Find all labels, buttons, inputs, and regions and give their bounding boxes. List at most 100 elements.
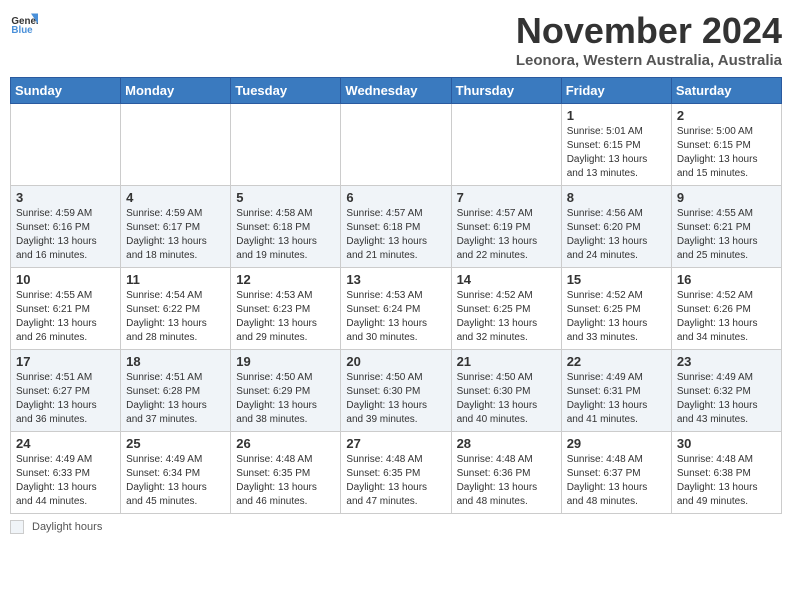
day-number: 11 <box>126 272 225 287</box>
day-info: Sunrise: 4:48 AM Sunset: 6:35 PM Dayligh… <box>236 453 335 509</box>
legend: Daylight hours <box>10 520 782 534</box>
week-row-5: 24 Sunrise: 4:49 AM Sunset: 6:33 PM Dayli… <box>11 432 782 514</box>
calendar-header: SundayMondayTuesdayWednesdayThursdayFrid… <box>11 78 782 104</box>
calendar-cell: 29Sunrise: 4:48 AM Sunset: 6:37 PM Dayli… <box>561 432 671 514</box>
day-info: Sunrise: 4:57 AM Sunset: 6:19 PM Dayligh… <box>457 207 556 263</box>
day-number: 20 <box>346 354 445 369</box>
day-number: 6 <box>346 190 445 205</box>
day-number: 3 <box>16 190 115 205</box>
calendar-cell: 6 Sunrise: 4:57 AM Sunset: 6:18 PM Daylig… <box>341 186 451 268</box>
calendar-cell: 24 Sunrise: 4:49 AM Sunset: 6:33 PM Dayli… <box>11 432 121 514</box>
calendar-cell: 21 Sunrise: 4:50 AM Sunset: 6:30 PM Dayli… <box>451 350 561 432</box>
day-info: Sunrise: 4:51 AM Sunset: 6:27 PM Dayligh… <box>16 371 115 427</box>
day-number: 14 <box>457 272 556 287</box>
day-info: Sunrise: 4:49 AM Sunset: 6:31 PM Dayligh… <box>567 371 666 427</box>
day-info: Sunrise: 4:58 AM Sunset: 6:18 PM Dayligh… <box>236 207 335 263</box>
day-number: 4 <box>126 190 225 205</box>
day-info: Sunrise: 4:54 AM Sunset: 6:22 PM Dayligh… <box>126 289 225 345</box>
day-number: 5 <box>236 190 335 205</box>
header-cell-thursday: Thursday <box>451 78 561 104</box>
calendar-cell: 23 Sunrise: 4:49 AM Sunset: 6:32 PM Dayli… <box>671 350 781 432</box>
calendar-cell: 14 Sunrise: 4:52 AM Sunset: 6:25 PM Dayli… <box>451 268 561 350</box>
svg-text:Blue: Blue <box>11 25 33 36</box>
day-number: 27 <box>346 436 445 451</box>
calendar-cell: 11 Sunrise: 4:54 AM Sunset: 6:22 PM Dayli… <box>121 268 231 350</box>
day-info: Sunrise: 4:55 AM Sunset: 6:21 PM Dayligh… <box>16 289 115 345</box>
calendar-cell: 30 Sunrise: 4:48 AM Sunset: 6:38 PM Dayli… <box>671 432 781 514</box>
header-row: SundayMondayTuesdayWednesdayThursdayFrid… <box>11 78 782 104</box>
day-info: Sunrise: 4:49 AM Sunset: 6:32 PM Dayligh… <box>677 371 776 427</box>
calendar-cell: 28Sunrise: 4:48 AM Sunset: 6:36 PM Dayli… <box>451 432 561 514</box>
week-row-3: 10 Sunrise: 4:55 AM Sunset: 6:21 PM Dayli… <box>11 268 782 350</box>
day-number: 19 <box>236 354 335 369</box>
calendar-cell: 7Sunrise: 4:57 AM Sunset: 6:19 PM Daylig… <box>451 186 561 268</box>
day-number: 2 <box>677 108 776 123</box>
day-number: 15 <box>567 272 666 287</box>
day-info: Sunrise: 5:01 AM Sunset: 6:15 PM Dayligh… <box>567 125 666 181</box>
day-number: 23 <box>677 354 776 369</box>
day-info: Sunrise: 4:55 AM Sunset: 6:21 PM Dayligh… <box>677 207 776 263</box>
legend-box <box>10 520 24 534</box>
calendar-cell: 8Sunrise: 4:56 AM Sunset: 6:20 PM Daylig… <box>561 186 671 268</box>
day-number: 10 <box>16 272 115 287</box>
day-number: 25 <box>126 436 225 451</box>
day-info: Sunrise: 4:50 AM Sunset: 6:29 PM Dayligh… <box>236 371 335 427</box>
logo: General Blue <box>10 10 38 38</box>
calendar-cell: 1 Sunrise: 5:01 AM Sunset: 6:15 PM Daylig… <box>561 104 671 186</box>
header-cell-sunday: Sunday <box>11 78 121 104</box>
calendar-cell: 9 Sunrise: 4:55 AM Sunset: 6:21 PM Daylig… <box>671 186 781 268</box>
calendar-cell: 5 Sunrise: 4:58 AM Sunset: 6:18 PM Daylig… <box>231 186 341 268</box>
day-info: Sunrise: 4:50 AM Sunset: 6:30 PM Dayligh… <box>346 371 445 427</box>
day-number: 12 <box>236 272 335 287</box>
day-info: Sunrise: 4:53 AM Sunset: 6:23 PM Dayligh… <box>236 289 335 345</box>
day-number: 16 <box>677 272 776 287</box>
page-header: General Blue November 2024 Leonora, West… <box>10 10 782 69</box>
header-cell-wednesday: Wednesday <box>341 78 451 104</box>
calendar-cell <box>121 104 231 186</box>
title-block: November 2024 Leonora, Western Australia… <box>516 10 782 69</box>
day-number: 13 <box>346 272 445 287</box>
header-cell-friday: Friday <box>561 78 671 104</box>
calendar-body: 1 Sunrise: 5:01 AM Sunset: 6:15 PM Daylig… <box>11 104 782 514</box>
day-number: 26 <box>236 436 335 451</box>
calendar-cell: 4 Sunrise: 4:59 AM Sunset: 6:17 PM Daylig… <box>121 186 231 268</box>
calendar-cell: 2Sunrise: 5:00 AM Sunset: 6:15 PM Daylig… <box>671 104 781 186</box>
calendar-cell: 10 Sunrise: 4:55 AM Sunset: 6:21 PM Dayli… <box>11 268 121 350</box>
day-number: 21 <box>457 354 556 369</box>
calendar-cell: 3Sunrise: 4:59 AM Sunset: 6:16 PM Daylig… <box>11 186 121 268</box>
logo-icon: General Blue <box>10 10 38 38</box>
location-title: Leonora, Western Australia, Australia <box>516 52 782 69</box>
day-info: Sunrise: 4:51 AM Sunset: 6:28 PM Dayligh… <box>126 371 225 427</box>
day-info: Sunrise: 4:52 AM Sunset: 6:26 PM Dayligh… <box>677 289 776 345</box>
day-number: 18 <box>126 354 225 369</box>
calendar-cell <box>341 104 451 186</box>
day-info: Sunrise: 4:52 AM Sunset: 6:25 PM Dayligh… <box>457 289 556 345</box>
day-number: 30 <box>677 436 776 451</box>
day-info: Sunrise: 4:48 AM Sunset: 6:38 PM Dayligh… <box>677 453 776 509</box>
header-cell-monday: Monday <box>121 78 231 104</box>
day-info: Sunrise: 4:49 AM Sunset: 6:33 PM Dayligh… <box>16 453 115 509</box>
calendar-cell: 19 Sunrise: 4:50 AM Sunset: 6:29 PM Dayli… <box>231 350 341 432</box>
calendar-cell: 25 Sunrise: 4:49 AM Sunset: 6:34 PM Dayli… <box>121 432 231 514</box>
calendar-cell: 17 Sunrise: 4:51 AM Sunset: 6:27 PM Dayli… <box>11 350 121 432</box>
calendar-cell: 26 Sunrise: 4:48 AM Sunset: 6:35 PM Dayli… <box>231 432 341 514</box>
day-number: 24 <box>16 436 115 451</box>
calendar-cell: 18 Sunrise: 4:51 AM Sunset: 6:28 PM Dayli… <box>121 350 231 432</box>
day-number: 29 <box>567 436 666 451</box>
day-info: Sunrise: 4:50 AM Sunset: 6:30 PM Dayligh… <box>457 371 556 427</box>
header-cell-saturday: Saturday <box>671 78 781 104</box>
day-info: Sunrise: 4:49 AM Sunset: 6:34 PM Dayligh… <box>126 453 225 509</box>
calendar-cell: 15 Sunrise: 4:52 AM Sunset: 6:25 PM Dayli… <box>561 268 671 350</box>
calendar-cell: 13Sunrise: 4:53 AM Sunset: 6:24 PM Dayli… <box>341 268 451 350</box>
month-title: November 2024 <box>516 10 782 52</box>
calendar-table: SundayMondayTuesdayWednesdayThursdayFrid… <box>10 77 782 514</box>
day-number: 9 <box>677 190 776 205</box>
day-info: Sunrise: 4:57 AM Sunset: 6:18 PM Dayligh… <box>346 207 445 263</box>
day-info: Sunrise: 4:59 AM Sunset: 6:17 PM Dayligh… <box>126 207 225 263</box>
week-row-1: 1 Sunrise: 5:01 AM Sunset: 6:15 PM Daylig… <box>11 104 782 186</box>
week-row-4: 17 Sunrise: 4:51 AM Sunset: 6:27 PM Dayli… <box>11 350 782 432</box>
day-number: 1 <box>567 108 666 123</box>
day-info: Sunrise: 4:52 AM Sunset: 6:25 PM Dayligh… <box>567 289 666 345</box>
day-number: 17 <box>16 354 115 369</box>
calendar-cell: 16 Sunrise: 4:52 AM Sunset: 6:26 PM Dayli… <box>671 268 781 350</box>
